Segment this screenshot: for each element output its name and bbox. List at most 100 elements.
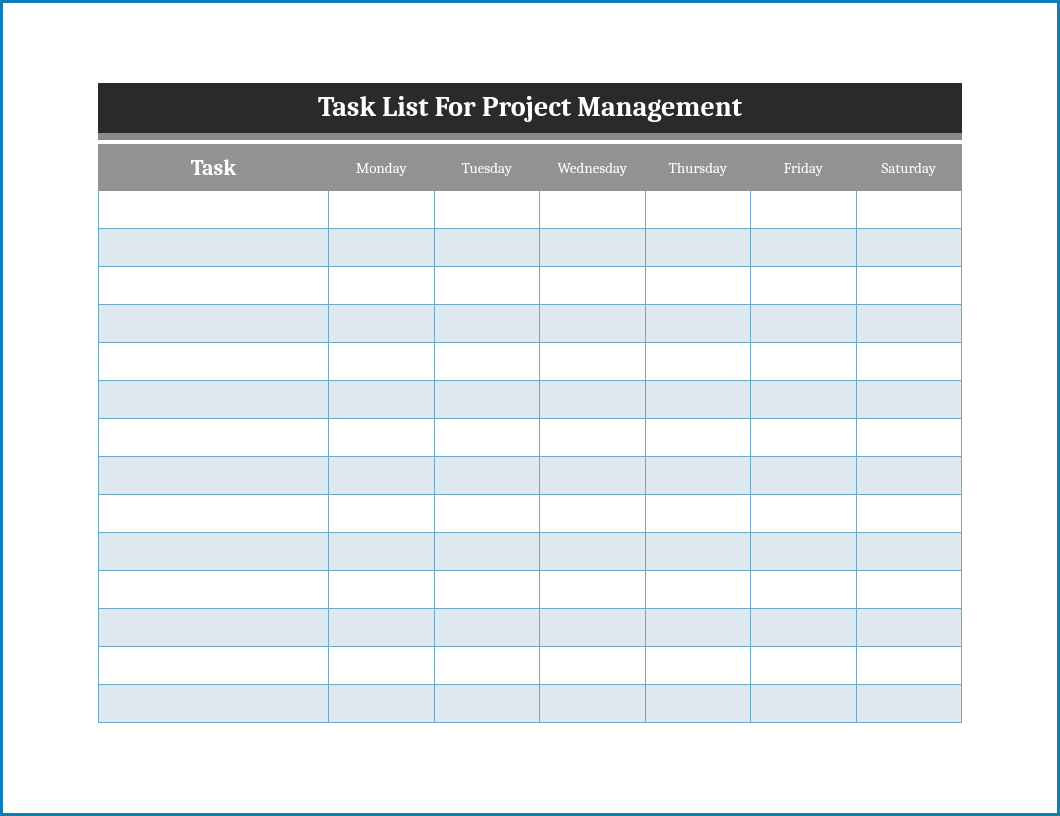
cell-friday[interactable]: [751, 533, 857, 571]
cell-task[interactable]: [99, 685, 329, 723]
cell-tuesday[interactable]: [434, 229, 540, 267]
cell-monday[interactable]: [329, 419, 435, 457]
cell-monday[interactable]: [329, 343, 435, 381]
cell-saturday[interactable]: [856, 419, 962, 457]
cell-saturday[interactable]: [856, 571, 962, 609]
cell-monday[interactable]: [329, 267, 435, 305]
cell-wednesday[interactable]: [540, 685, 646, 723]
cell-tuesday[interactable]: [434, 533, 540, 571]
cell-thursday[interactable]: [645, 305, 751, 343]
cell-wednesday[interactable]: [540, 343, 646, 381]
cell-monday[interactable]: [329, 609, 435, 647]
cell-tuesday[interactable]: [434, 191, 540, 229]
cell-saturday[interactable]: [856, 381, 962, 419]
cell-wednesday[interactable]: [540, 191, 646, 229]
cell-saturday[interactable]: [856, 305, 962, 343]
cell-tuesday[interactable]: [434, 419, 540, 457]
cell-wednesday[interactable]: [540, 495, 646, 533]
cell-thursday[interactable]: [645, 609, 751, 647]
cell-wednesday[interactable]: [540, 229, 646, 267]
cell-thursday[interactable]: [645, 419, 751, 457]
cell-tuesday[interactable]: [434, 305, 540, 343]
cell-saturday[interactable]: [856, 229, 962, 267]
cell-task[interactable]: [99, 609, 329, 647]
cell-task[interactable]: [99, 381, 329, 419]
cell-thursday[interactable]: [645, 381, 751, 419]
cell-monday[interactable]: [329, 571, 435, 609]
cell-monday[interactable]: [329, 229, 435, 267]
cell-task[interactable]: [99, 343, 329, 381]
cell-monday[interactable]: [329, 685, 435, 723]
cell-monday[interactable]: [329, 305, 435, 343]
cell-saturday[interactable]: [856, 495, 962, 533]
cell-tuesday[interactable]: [434, 267, 540, 305]
cell-friday[interactable]: [751, 495, 857, 533]
cell-thursday[interactable]: [645, 191, 751, 229]
cell-monday[interactable]: [329, 647, 435, 685]
cell-wednesday[interactable]: [540, 381, 646, 419]
cell-tuesday[interactable]: [434, 381, 540, 419]
cell-wednesday[interactable]: [540, 533, 646, 571]
cell-task[interactable]: [99, 419, 329, 457]
cell-saturday[interactable]: [856, 191, 962, 229]
cell-task[interactable]: [99, 267, 329, 305]
cell-monday[interactable]: [329, 457, 435, 495]
cell-saturday[interactable]: [856, 685, 962, 723]
cell-saturday[interactable]: [856, 267, 962, 305]
cell-thursday[interactable]: [645, 647, 751, 685]
cell-saturday[interactable]: [856, 647, 962, 685]
cell-task[interactable]: [99, 571, 329, 609]
cell-task[interactable]: [99, 495, 329, 533]
cell-tuesday[interactable]: [434, 685, 540, 723]
cell-friday[interactable]: [751, 229, 857, 267]
cell-thursday[interactable]: [645, 495, 751, 533]
cell-wednesday[interactable]: [540, 267, 646, 305]
cell-friday[interactable]: [751, 191, 857, 229]
cell-tuesday[interactable]: [434, 609, 540, 647]
cell-thursday[interactable]: [645, 571, 751, 609]
cell-task[interactable]: [99, 457, 329, 495]
cell-thursday[interactable]: [645, 229, 751, 267]
cell-thursday[interactable]: [645, 685, 751, 723]
cell-friday[interactable]: [751, 647, 857, 685]
cell-thursday[interactable]: [645, 533, 751, 571]
cell-tuesday[interactable]: [434, 343, 540, 381]
cell-task[interactable]: [99, 229, 329, 267]
cell-wednesday[interactable]: [540, 305, 646, 343]
table-body: [99, 191, 962, 723]
cell-friday[interactable]: [751, 571, 857, 609]
cell-friday[interactable]: [751, 457, 857, 495]
cell-task[interactable]: [99, 533, 329, 571]
cell-thursday[interactable]: [645, 457, 751, 495]
cell-wednesday[interactable]: [540, 419, 646, 457]
cell-friday[interactable]: [751, 609, 857, 647]
cell-friday[interactable]: [751, 343, 857, 381]
cell-saturday[interactable]: [856, 343, 962, 381]
cell-tuesday[interactable]: [434, 457, 540, 495]
cell-friday[interactable]: [751, 381, 857, 419]
cell-friday[interactable]: [751, 419, 857, 457]
cell-wednesday[interactable]: [540, 457, 646, 495]
cell-wednesday[interactable]: [540, 571, 646, 609]
cell-friday[interactable]: [751, 267, 857, 305]
cell-tuesday[interactable]: [434, 495, 540, 533]
cell-saturday[interactable]: [856, 609, 962, 647]
cell-monday[interactable]: [329, 495, 435, 533]
table-row: [99, 419, 962, 457]
cell-saturday[interactable]: [856, 533, 962, 571]
cell-wednesday[interactable]: [540, 609, 646, 647]
cell-thursday[interactable]: [645, 343, 751, 381]
cell-friday[interactable]: [751, 685, 857, 723]
cell-task[interactable]: [99, 191, 329, 229]
cell-task[interactable]: [99, 305, 329, 343]
cell-saturday[interactable]: [856, 457, 962, 495]
cell-tuesday[interactable]: [434, 571, 540, 609]
cell-monday[interactable]: [329, 381, 435, 419]
cell-wednesday[interactable]: [540, 647, 646, 685]
cell-monday[interactable]: [329, 191, 435, 229]
cell-tuesday[interactable]: [434, 647, 540, 685]
cell-monday[interactable]: [329, 533, 435, 571]
cell-friday[interactable]: [751, 305, 857, 343]
cell-task[interactable]: [99, 647, 329, 685]
cell-thursday[interactable]: [645, 267, 751, 305]
